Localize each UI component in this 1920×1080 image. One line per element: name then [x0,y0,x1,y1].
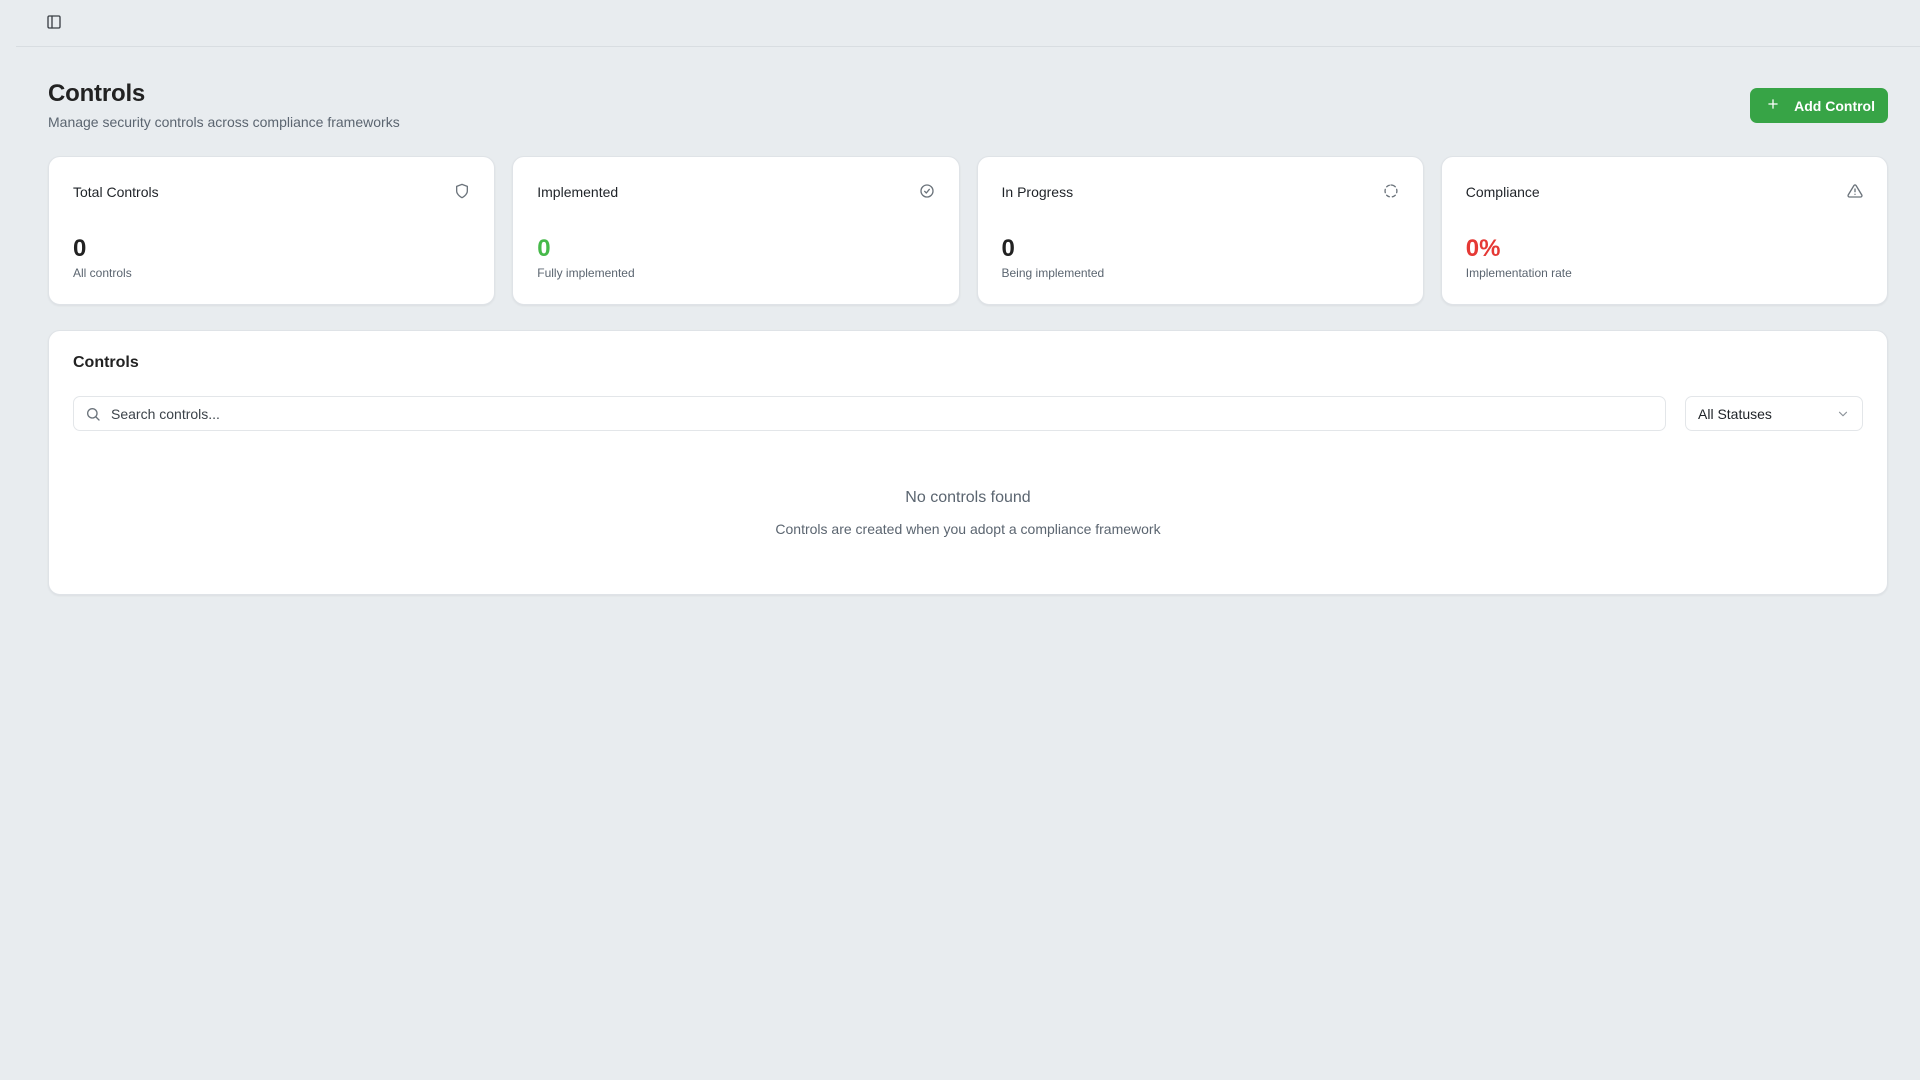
stat-caption: All controls [73,266,132,280]
stat-label: In Progress [1001,184,1074,200]
shield-icon [454,183,470,199]
chevron-down-icon [1836,407,1850,421]
stat-caption: Implementation rate [1465,266,1572,280]
stat-value: 0 [1001,235,1015,262]
loader-icon [1383,183,1399,199]
alert-triangle-icon [1847,183,1863,199]
panel-left-icon [46,14,62,35]
search-icon [85,406,101,422]
panel-title: Controls [73,354,139,371]
page-title: Controls [48,80,146,107]
top-bar [16,0,1920,47]
empty-state-subtitle: Controls are created when you adopt a co… [775,521,1161,537]
status-filter-select[interactable]: All Statuses [1685,396,1863,431]
stat-label: Compliance [1465,184,1540,200]
stat-label: Implemented [537,184,619,200]
check-circle-icon [919,183,935,199]
empty-state-title: No controls found [905,489,1031,506]
add-control-button[interactable]: Add Control [1750,88,1888,123]
plus-icon [1766,97,1780,114]
stat-card-total-controls: Total Controls 0 All controls [48,156,496,305]
stat-label: Total Controls [73,184,159,200]
stat-card-in-progress: In Progress 0 Being implemented [976,156,1424,305]
page-header: Controls Manage security controls across… [48,80,1888,140]
stat-card-compliance: Compliance 0% Implementation rate [1440,156,1888,305]
stats-cards: Total Controls 0 All controls Implemente… [48,156,1888,305]
stat-caption: Being implemented [1001,266,1105,280]
add-control-label: Add Control [1794,97,1875,114]
search-input[interactable] [109,404,1665,423]
page-subtitle: Manage security controls across complian… [48,114,400,130]
stat-card-implemented: Implemented 0 Fully implemented [512,156,960,305]
sidebar-toggle-button[interactable] [41,11,67,37]
status-filter-value: All Statuses [1698,405,1772,422]
stat-caption: Fully implemented [537,266,635,280]
search-box [73,396,1666,431]
stat-value: 0 [537,235,551,262]
stat-value: 0% [1465,235,1501,262]
controls-panel: Controls All Statuses No controls found … [48,330,1888,595]
stat-value: 0 [73,235,87,262]
